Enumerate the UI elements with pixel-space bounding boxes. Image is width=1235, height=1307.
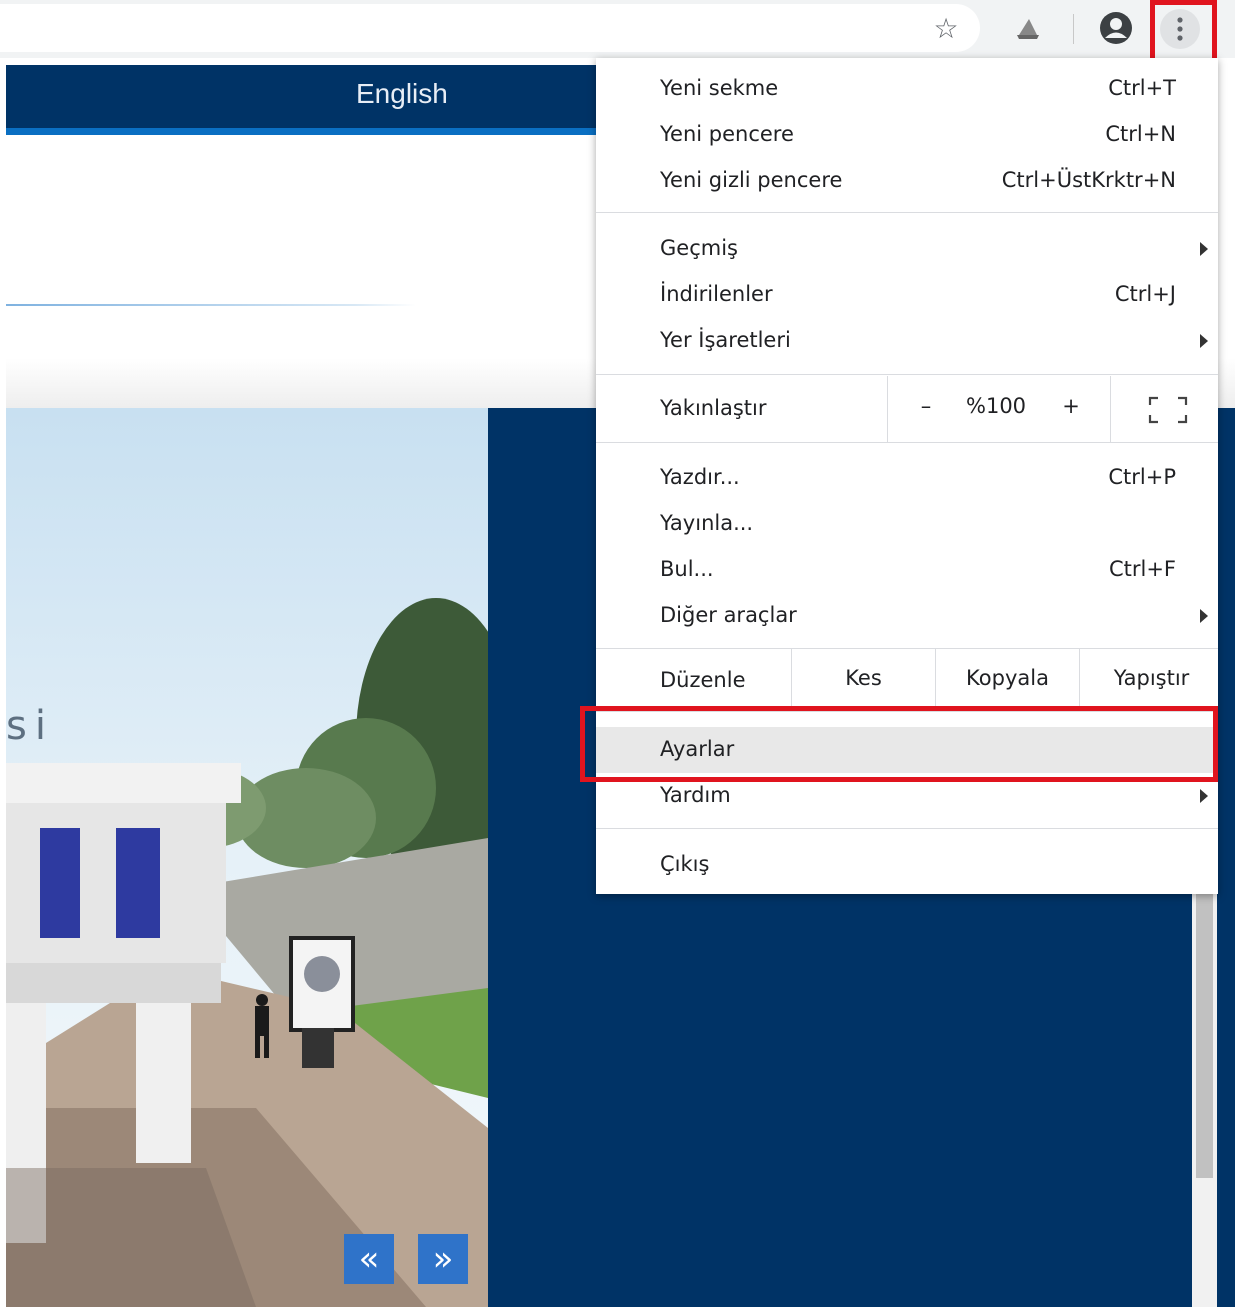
menu-item-label: Yeni sekme — [660, 76, 779, 100]
navbar-accent-line — [6, 128, 606, 135]
bookmark-star-icon[interactable]: ☆ — [926, 8, 966, 48]
zoom-out-button[interactable]: – — [914, 394, 938, 418]
profile-icon[interactable] — [1096, 8, 1136, 48]
menu-item-label: Çıkış — [660, 852, 710, 876]
menu-item-label: İndirilenler — [660, 282, 773, 306]
submenu-arrow-icon — [1200, 609, 1208, 623]
scrollbar-thumb[interactable] — [1196, 888, 1213, 1178]
menu-item-incognito[interactable]: Yeni gizli pencere Ctrl+ÜstKrktr+N — [596, 158, 1218, 204]
menu-item-label: Düzenle — [660, 668, 746, 692]
menu-item-new-tab[interactable]: Yeni sekme Ctrl+T — [596, 66, 1218, 112]
menu-item-shortcut: Ctrl+T — [1108, 76, 1176, 100]
menu-item-zoom: Yakınlaştır – %100 + — [596, 376, 1218, 442]
menu-item-cast[interactable]: Yayınla... — [596, 501, 1218, 547]
cut-button[interactable]: Kes — [792, 666, 935, 690]
chrome-menu-button[interactable] — [1160, 9, 1200, 49]
menu-separator — [596, 374, 1218, 375]
header-divider — [6, 304, 416, 306]
menu-item-label: Yakınlaştır — [660, 396, 767, 420]
menu-item-bookmarks[interactable]: Yer İşaretleri — [596, 318, 1218, 364]
menu-item-label: Yeni pencere — [660, 122, 794, 146]
zoom-in-button[interactable]: + — [1059, 394, 1083, 418]
menu-item-shortcut: Ctrl+J — [1114, 282, 1176, 306]
photo-overlay-text: si — [6, 703, 54, 749]
slider-next-button[interactable]: » — [418, 1234, 468, 1284]
menu-item-label: Yeni gizli pencere — [660, 168, 843, 192]
campus-photo: si « » — [6, 408, 488, 1307]
address-bar[interactable] — [0, 4, 980, 52]
menu-item-label: Bul... — [660, 557, 714, 581]
zoom-separator — [1110, 376, 1111, 442]
menu-item-shortcut: Ctrl+ÜstKrktr+N — [1001, 168, 1176, 192]
menu-item-exit[interactable]: Çıkış — [596, 842, 1218, 888]
menu-item-label: Ayarlar — [660, 737, 735, 761]
menu-item-shortcut: Ctrl+F — [1108, 557, 1176, 581]
menu-separator — [596, 828, 1218, 829]
menu-item-print[interactable]: Yazdır... Ctrl+P — [596, 455, 1218, 501]
menu-item-label: Diğer araçlar — [660, 603, 797, 627]
submenu-arrow-icon — [1200, 334, 1208, 348]
browser-toolbar: ☆ — [0, 0, 1235, 58]
site-navbar: English — [6, 65, 606, 135]
menu-item-shortcut: Ctrl+P — [1108, 465, 1176, 489]
menu-item-label: Yardım — [660, 783, 731, 807]
toolbar-divider — [1073, 14, 1074, 44]
menu-item-new-window[interactable]: Yeni pencere Ctrl+N — [596, 112, 1218, 158]
chrome-menu: Yeni sekme Ctrl+T Yeni pencere Ctrl+N Ye… — [596, 58, 1218, 894]
menu-item-edit: Düzenle Kes Kopyala Yapıştır — [596, 649, 1218, 711]
menu-item-label: Yazdır... — [660, 465, 740, 489]
submenu-arrow-icon — [1200, 242, 1208, 256]
menu-item-more-tools[interactable]: Diğer araçlar — [596, 593, 1218, 639]
menu-item-shortcut: Ctrl+N — [1105, 122, 1176, 146]
menu-item-history[interactable]: Geçmiş — [596, 226, 1218, 272]
menu-separator — [596, 212, 1218, 213]
submenu-arrow-icon — [1200, 789, 1208, 803]
menu-item-label: Yer İşaretleri — [660, 328, 791, 352]
menu-item-label: Yayınla... — [660, 511, 754, 535]
zoom-value: %100 — [966, 394, 1027, 418]
fullscreen-icon[interactable] — [1148, 396, 1188, 429]
menu-item-downloads[interactable]: İndirilenler Ctrl+J — [596, 272, 1218, 318]
menu-item-settings[interactable]: Ayarlar — [596, 727, 1218, 773]
menu-item-label: Geçmiş — [660, 236, 738, 260]
menu-item-find[interactable]: Bul... Ctrl+F — [596, 547, 1218, 593]
copy-button[interactable]: Kopyala — [936, 666, 1079, 690]
menu-item-help[interactable]: Yardım — [596, 773, 1218, 819]
english-link[interactable]: English — [356, 78, 448, 110]
slider-prev-button[interactable]: « — [344, 1234, 394, 1284]
extension-icon[interactable] — [1008, 8, 1048, 48]
paste-button[interactable]: Yapıştır — [1080, 666, 1223, 690]
menu-separator — [596, 711, 1218, 712]
menu-separator — [596, 442, 1218, 443]
zoom-separator — [887, 376, 888, 442]
